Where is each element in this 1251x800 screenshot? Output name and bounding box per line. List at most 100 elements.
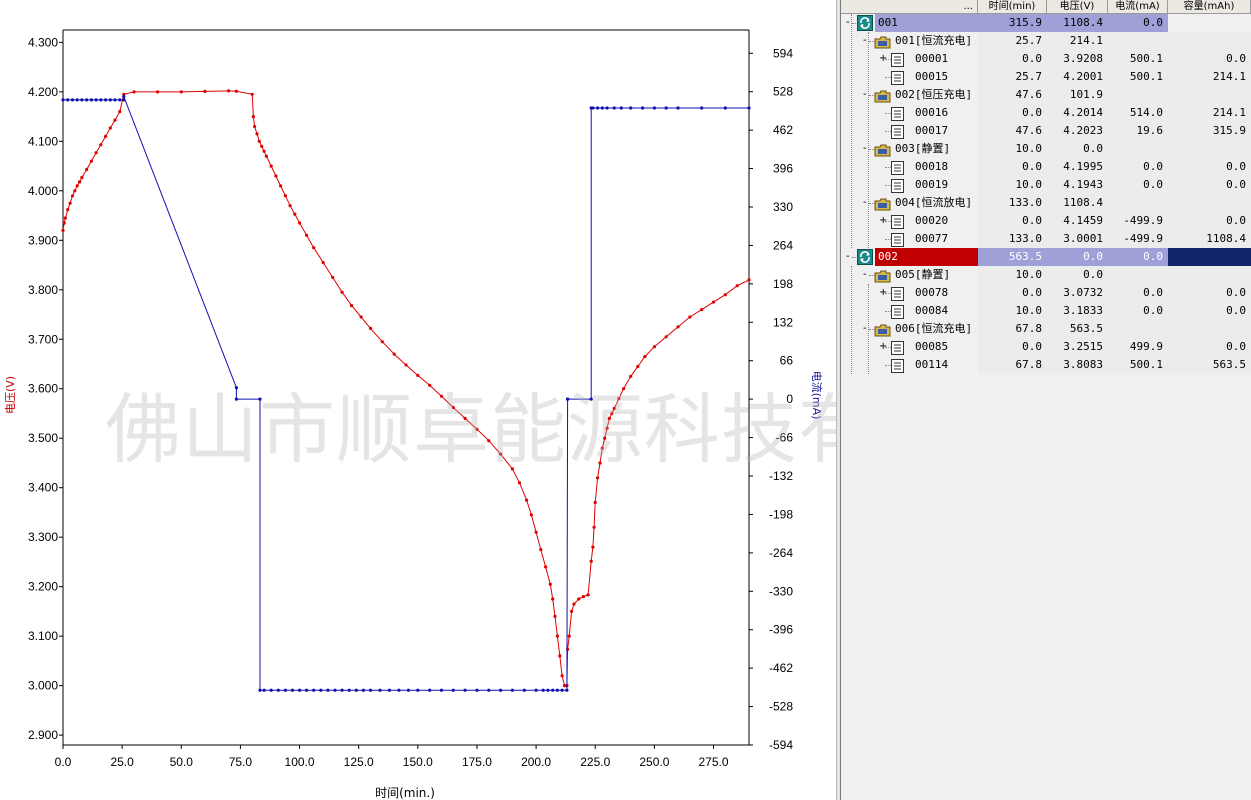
series-point-current — [368, 688, 373, 692]
y-left-tick-label: 4.200 — [28, 85, 58, 99]
tree-row-record[interactable]: 00019 10.0 4.1943 0.0 0.0 — [841, 176, 1251, 194]
tree-row-record[interactable]: +00020 0.0 4.1459 -499.9 0.0 — [841, 212, 1251, 230]
series-point-voltage — [380, 340, 384, 344]
series-point-voltage — [274, 174, 278, 178]
column-header-voltage[interactable]: 电压(V) — [1047, 0, 1108, 14]
collapse-icon[interactable]: - — [863, 198, 867, 208]
series-point-current — [234, 386, 238, 390]
tree-row-step[interactable]: - 001[恒流充电] 25.7 214.1 — [841, 32, 1251, 50]
collapse-icon[interactable]: - — [863, 36, 867, 46]
tree-row-step[interactable]: - 002[恒压充电] 47.6 101.9 — [841, 86, 1251, 104]
series-point-voltage — [156, 90, 160, 94]
collapse-icon[interactable]: - — [863, 144, 867, 154]
collapse-icon[interactable]: - — [863, 324, 867, 334]
row-label: 00085 — [915, 340, 949, 353]
series-point-voltage — [593, 500, 597, 505]
tree-row-record[interactable]: 00015 25.7 4.2001 500.1 214.1 — [841, 68, 1251, 86]
tree-row-record[interactable]: 00017 47.6 4.2023 19.6 315.9 — [841, 122, 1251, 140]
y-right-tick-label: -198 — [769, 507, 793, 521]
cell-time: 25.7 — [1015, 34, 1043, 47]
row-label: 00019 — [915, 178, 949, 191]
cell-curr — [1108, 32, 1163, 50]
series-point-current — [641, 106, 645, 110]
series-point-current — [262, 688, 266, 692]
y-right-tick-label: -528 — [769, 700, 793, 714]
tree-row-record[interactable]: 00114 67.8 3.8083 500.1 563.5 — [841, 356, 1251, 374]
collapse-icon[interactable]: - — [863, 270, 867, 280]
cell-time: 47.6 — [1015, 88, 1043, 101]
series-point-voltage — [368, 326, 373, 330]
series-point-current — [108, 98, 112, 102]
tree-row-record[interactable]: 00018 0.0 4.1995 0.0 0.0 — [841, 158, 1251, 176]
tree-row-record[interactable]: +00001 0.0 3.9208 500.1 0.0 — [841, 50, 1251, 68]
series-point-voltage — [283, 194, 287, 198]
column-header-time[interactable]: 时间(min) — [978, 0, 1047, 14]
x-tick-label: 50.0 — [170, 755, 194, 769]
series-point-voltage — [80, 175, 84, 180]
expand-icon[interactable]: + — [879, 342, 887, 352]
tree-row-cycle[interactable]: - 001 315.9 1108.4 0.0 — [841, 14, 1251, 32]
tree-row-record[interactable]: 00016 0.0 4.2014 514.0 214.1 — [841, 104, 1251, 122]
series-point-current — [551, 688, 555, 692]
series-point-current — [326, 688, 330, 692]
cell-cap — [1168, 86, 1246, 104]
series-point-voltage — [688, 315, 692, 319]
expand-icon[interactable]: + — [879, 216, 887, 226]
cell-curr: 0.0 — [1143, 304, 1163, 317]
tree-row-record[interactable]: +00078 0.0 3.0732 0.0 0.0 — [841, 284, 1251, 302]
collapse-icon[interactable]: - — [846, 252, 850, 262]
series-point-current — [487, 688, 491, 692]
series-point-current — [747, 106, 751, 110]
cell-volt: 3.1833 — [1063, 304, 1103, 317]
x-tick-label: 125.0 — [344, 755, 374, 769]
series-point-voltage — [118, 110, 122, 114]
cell-time: 0.0 — [1022, 52, 1042, 65]
series-point-voltage — [463, 416, 467, 420]
tree-row-step[interactable]: - 004[恒流放电] 133.0 1108.4 — [841, 194, 1251, 212]
y-right-tick-label: -264 — [769, 546, 793, 560]
column-header-name[interactable]: ... — [841, 0, 978, 14]
series-point-voltage — [68, 201, 72, 205]
series-point-current — [312, 688, 316, 692]
series-point-voltage — [78, 180, 82, 184]
y-left-tick-label: 3.500 — [28, 431, 58, 445]
series-point-current — [546, 688, 550, 692]
tree-row-step[interactable]: - 006[恒流充电] 67.8 563.5 — [841, 320, 1251, 338]
series-point-voltage — [264, 154, 268, 158]
series-point-current — [406, 688, 410, 692]
tree-row-record[interactable]: 00084 10.0 3.1833 0.0 0.0 — [841, 302, 1251, 320]
y-left-tick-label: 3.800 — [28, 283, 58, 297]
cell-curr: 0.0 — [1143, 250, 1163, 263]
series-point-voltage — [723, 293, 727, 297]
series-point-voltage — [305, 233, 309, 237]
row-label: 00018 — [915, 160, 949, 173]
tree-row-step[interactable]: - 003[静置] 10.0 0.0 — [841, 140, 1251, 158]
series-point-current — [723, 106, 727, 110]
cell-volt: 3.8083 — [1063, 358, 1103, 371]
cell-volt: 0.0 — [1083, 250, 1103, 263]
collapse-icon[interactable]: - — [846, 18, 850, 28]
expand-icon[interactable]: + — [879, 288, 887, 298]
collapse-icon[interactable]: - — [863, 90, 867, 100]
cell-volt: 4.1943 — [1063, 178, 1103, 191]
expand-icon[interactable]: + — [879, 54, 887, 64]
series-point-voltage — [664, 335, 668, 339]
cell-time: 10.0 — [1015, 268, 1043, 281]
cell-curr: 500.1 — [1129, 358, 1163, 371]
tree-row-record[interactable]: +00085 0.0 3.2515 499.9 0.0 — [841, 338, 1251, 356]
column-header-current[interactable]: 电流(mA) — [1108, 0, 1168, 14]
cell-cap — [1168, 248, 1246, 266]
tree-row-record[interactable]: 00077 133.0 3.0001 -499.9 1108.4 — [841, 230, 1251, 248]
tree-row-cycle[interactable]: - 002 563.5 0.0 0.0 — [841, 248, 1251, 266]
series-point-current — [75, 98, 79, 102]
series-point-voltage — [70, 194, 75, 198]
series-point-current — [61, 98, 65, 102]
series-point-current — [276, 688, 280, 692]
tree-row-step[interactable]: - 005[静置] 10.0 0.0 — [841, 266, 1251, 284]
series-point-current — [122, 98, 126, 102]
column-header-capacity[interactable]: 容量(mAh) — [1168, 0, 1251, 14]
series-point-voltage — [404, 363, 408, 367]
series-point-current — [451, 688, 455, 692]
series-point-voltage — [553, 614, 557, 618]
series-point-current — [522, 688, 526, 692]
